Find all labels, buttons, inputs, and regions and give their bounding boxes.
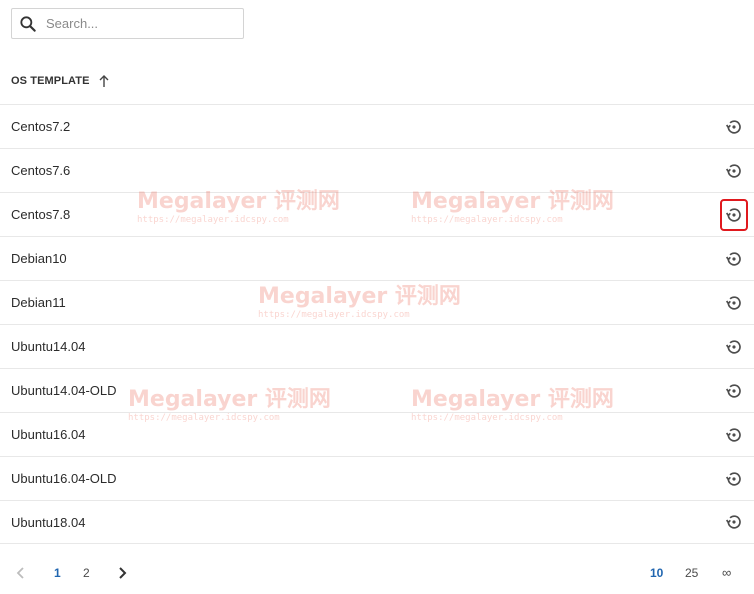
restore-icon[interactable]	[720, 111, 748, 143]
restore-icon[interactable]	[720, 331, 748, 363]
table-row: Ubuntu14.04	[0, 324, 754, 368]
os-template-name: Ubuntu14.04	[11, 339, 86, 354]
restore-icon[interactable]	[720, 243, 748, 275]
restore-icon[interactable]	[720, 463, 748, 495]
os-template-name: Debian10	[11, 251, 67, 266]
os-template-name: Ubuntu16.04-OLD	[11, 471, 117, 486]
restore-icon[interactable]	[720, 419, 748, 451]
os-template-name: Centos7.2	[11, 119, 71, 134]
restore-icon[interactable]	[720, 506, 748, 538]
page-size-all-button[interactable]: ∞	[722, 565, 731, 580]
os-template-name: Debian11	[11, 295, 66, 310]
restore-icon[interactable]	[720, 155, 748, 187]
page-size-10-button[interactable]: 10	[650, 566, 663, 580]
table-row: Ubuntu14.04-OLD	[0, 368, 754, 412]
prev-page-icon[interactable]	[15, 566, 27, 580]
next-page-icon[interactable]	[116, 566, 128, 580]
os-template-name: Ubuntu14.04-OLD	[11, 383, 117, 398]
os-template-list: Centos7.2 Centos7.6 Centos7.8 Debian10 Debia…	[0, 104, 754, 544]
restore-icon[interactable]	[720, 287, 748, 319]
page-2-button[interactable]: 2	[83, 566, 90, 580]
table-row: Centos7.2	[0, 104, 754, 148]
pagination: 1 2 10 25 ∞	[0, 552, 754, 594]
table-row: Debian11	[0, 280, 754, 324]
column-header-label: OS TEMPLATE	[11, 75, 90, 87]
column-header-os-template[interactable]: OS TEMPLATE	[11, 72, 110, 90]
table-row: Centos7.8	[0, 192, 754, 236]
table-row: Centos7.6	[0, 148, 754, 192]
os-template-name: Ubuntu18.04	[11, 514, 86, 530]
page-size-25-button[interactable]: 25	[685, 566, 698, 580]
search-icon	[20, 15, 36, 32]
table-row: Ubuntu18.04	[0, 500, 754, 544]
table-row: Ubuntu16.04-OLD	[0, 456, 754, 500]
restore-icon[interactable]	[720, 375, 748, 407]
sort-ascending-icon[interactable]	[98, 74, 110, 88]
search-input[interactable]	[46, 16, 226, 31]
table-row: Debian10	[0, 236, 754, 280]
page-1-button[interactable]: 1	[54, 566, 61, 580]
table-row: Ubuntu16.04	[0, 412, 754, 456]
os-template-name: Centos7.8	[11, 207, 71, 222]
os-template-name: Ubuntu16.04	[11, 427, 86, 442]
os-template-name: Centos7.6	[11, 163, 71, 178]
restore-icon[interactable]	[720, 198, 748, 231]
search-box[interactable]	[11, 8, 244, 39]
